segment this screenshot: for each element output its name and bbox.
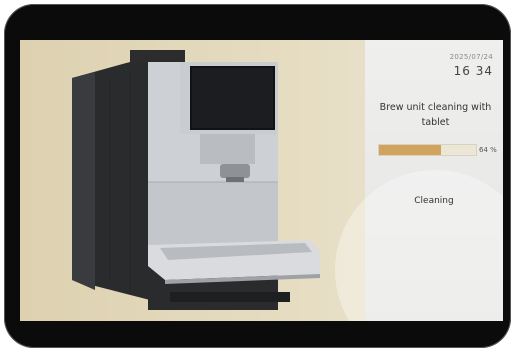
progress-percent-label: 64 % bbox=[479, 146, 497, 154]
time-label: 16 34 bbox=[453, 64, 493, 78]
progress-bar-fill bbox=[379, 145, 442, 155]
date-label: 2025/07/24 bbox=[449, 53, 493, 61]
progress-bar bbox=[378, 144, 477, 156]
display-screen: 2025/07/24 16 34 Brew unit cleaning with… bbox=[20, 40, 503, 321]
device-bezel: 2025/07/24 16 34 Brew unit cleaning with… bbox=[4, 4, 511, 348]
coffee-machine-image bbox=[20, 40, 365, 321]
status-text: Cleaning bbox=[414, 196, 454, 206]
task-title: Brew unit cleaning with tablet bbox=[379, 102, 492, 128]
coffee-machine-illustration-icon bbox=[72, 50, 320, 310]
status-panel: 2025/07/24 16 34 Brew unit cleaning with… bbox=[335, 40, 503, 321]
